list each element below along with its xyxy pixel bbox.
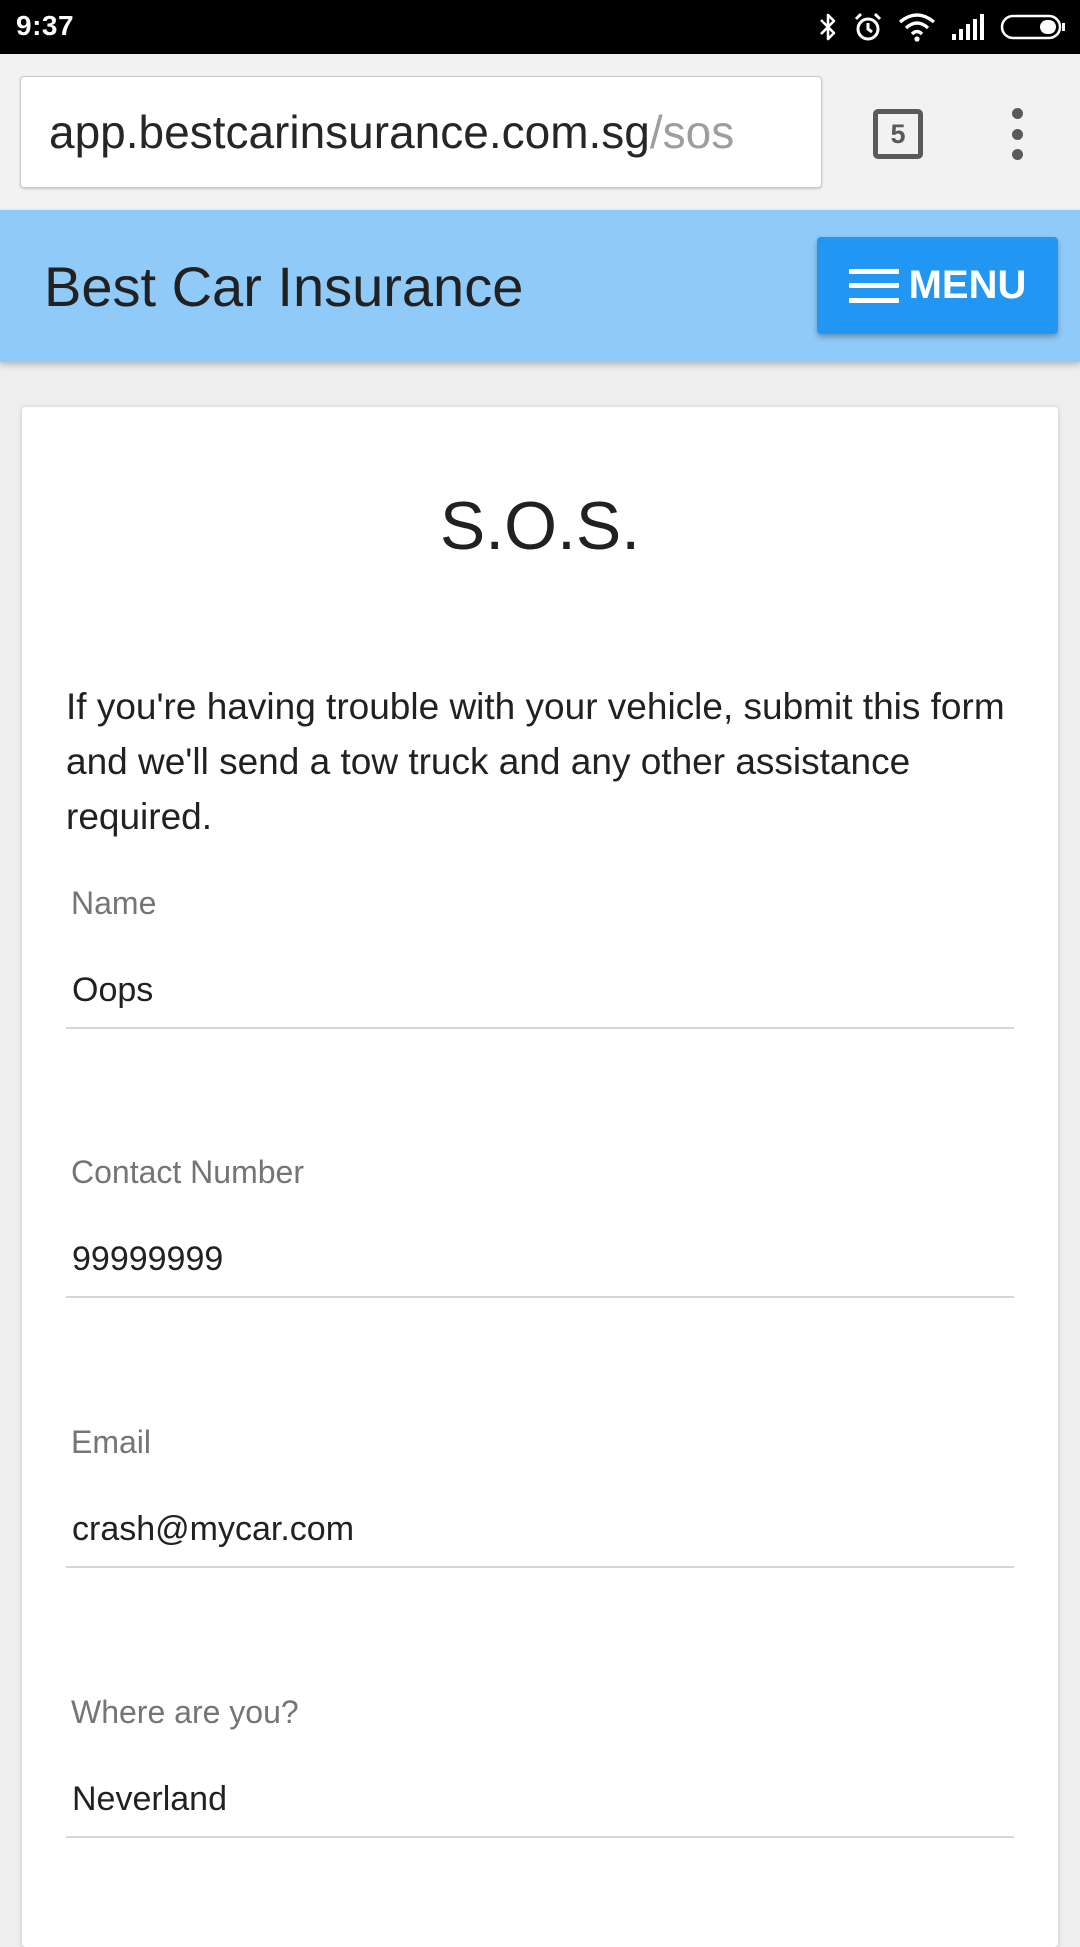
page-title: S.O.S. [439,488,641,564]
intro-text: If you're having trouble with your vehic… [66,686,1005,837]
hamburger-icon [848,268,899,303]
alarm-icon [854,12,882,41]
address-bar[interactable]: app.bestcarinsurance.com.sg/sos [20,76,822,188]
contact-number-input[interactable] [66,1234,1014,1298]
location-input[interactable] [66,1774,1014,1838]
tab-switcher-button[interactable]: 5 [873,109,923,159]
url-host: app.bestcarinsurance.com.sg [49,106,650,158]
overflow-menu-button[interactable] [1000,108,1034,160]
contact-number-label: Contact Number [71,1154,304,1190]
wifi-icon [898,13,936,42]
email-label: Email [71,1424,152,1460]
menu-label: MENU [908,263,1027,307]
battery-icon [1000,14,1065,40]
site-title[interactable]: Best Car Insurance [44,254,523,319]
name-input[interactable] [66,965,1014,1029]
email-field-group: Email [66,1424,1014,1584]
status-bar: 9:37 [0,0,1080,54]
site-header: Best Car Insurance MENU [0,210,1080,362]
email-input[interactable] [66,1504,1014,1568]
url-path: /sos [649,106,735,158]
name-label: Name [71,885,157,921]
name-field-group: Name [66,885,1014,1045]
location-field-group: Where are you? [66,1694,1014,1854]
status-time: 9:37 [16,10,75,41]
dot-icon [1011,128,1023,140]
dot-icon [1011,149,1023,160]
browser-toolbar: app.bestcarinsurance.com.sg/sos 5 [0,54,1080,210]
menu-button[interactable]: MENU [817,237,1058,334]
bluetooth-icon [820,13,836,41]
sos-card: S.O.S. If you're having trouble with you… [22,407,1058,1947]
contact-field-group: Contact Number [66,1154,1014,1314]
signal-icon [952,14,984,40]
dot-icon [1011,108,1023,119]
location-label: Where are you? [71,1694,299,1730]
status-icons [818,10,1066,44]
